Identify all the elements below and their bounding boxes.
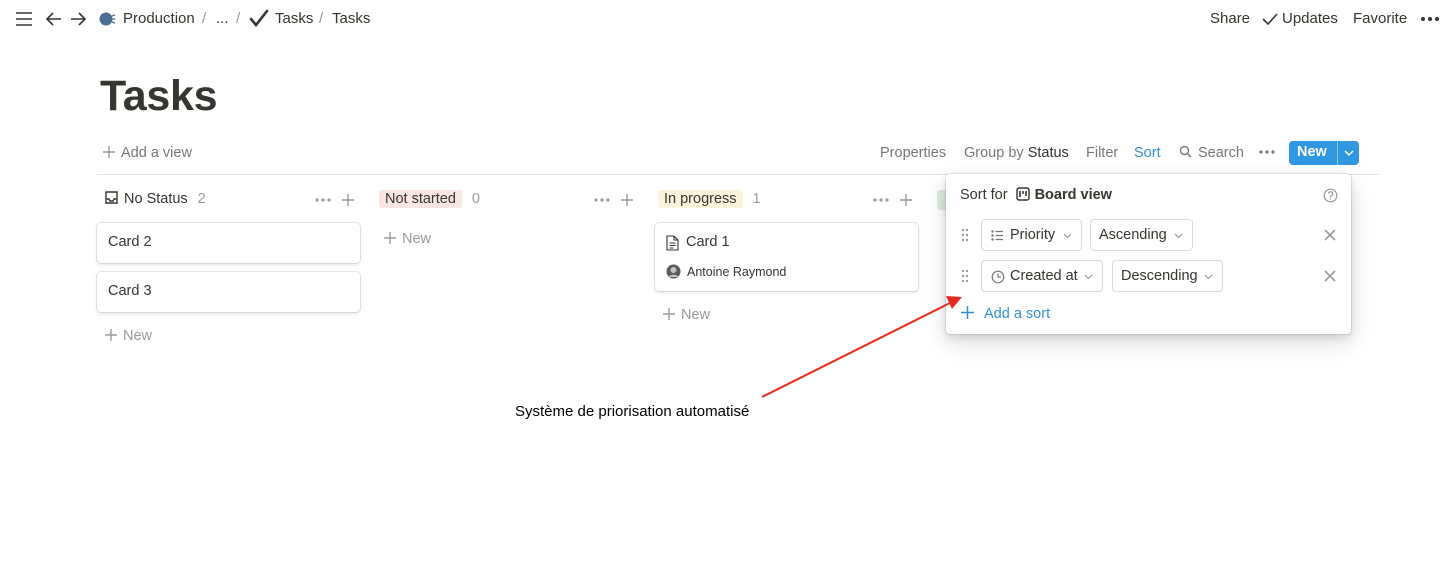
annotation-text: Système de priorisation automatisé bbox=[515, 403, 750, 420]
annotation-arrow bbox=[761, 296, 962, 398]
